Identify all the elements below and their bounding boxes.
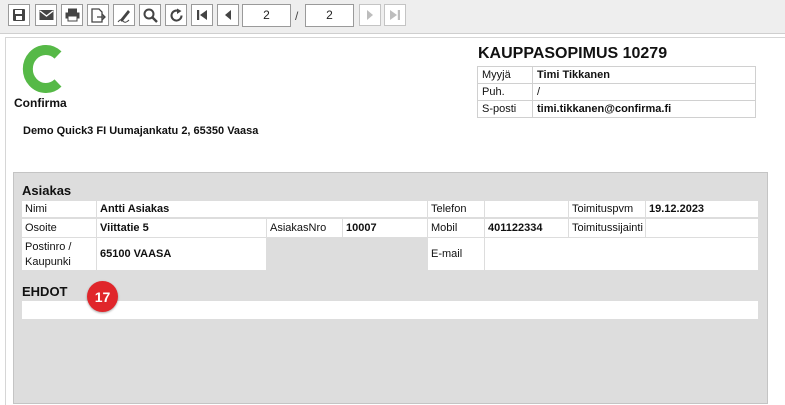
customer-number-label: AsiakasNro [267,219,342,237]
export-icon [91,7,106,23]
next-page-icon [367,10,373,20]
first-page-button[interactable] [191,4,213,26]
delivery-date-label: Toimituspvm [569,201,645,217]
next-page-button[interactable] [359,4,381,26]
previous-page-icon [225,10,231,20]
email-icon [39,10,53,20]
print-button[interactable] [61,4,83,26]
postal-code-label: Postinro / Kaupunki [22,238,96,270]
previous-page-button[interactable] [217,4,239,26]
email-label: E-mail [428,238,484,270]
email-value [485,238,758,270]
postal-code-label-line1: Postinro / [25,241,72,253]
postal-code-label-line2: Kaupunki [25,256,71,268]
last-page-icon [390,10,400,20]
name-value: Antti Asiakas [97,201,427,217]
table-row: Myyjä Timi Tikkanen [477,66,756,84]
total-pages-field: 2 [305,4,354,27]
terms-section-title: EHDOT [22,284,68,299]
refresh-button[interactable] [165,4,187,26]
sign-icon [117,9,130,23]
seller-name-value: Timi Tikkanen [532,66,756,84]
name-label: Nimi [22,201,96,217]
search-button[interactable] [139,4,161,26]
export-button[interactable] [87,4,109,26]
terms-content-box [22,301,758,319]
phone-value [485,201,568,217]
delivery-location-value [646,219,758,237]
refresh-icon [170,8,183,22]
company-address: Demo Quick3 FI Uumajankatu 2, 65350 Vaas… [23,125,259,137]
address-value: Viittatie 5 [97,219,266,237]
seller-phone-label: Puh. [477,83,533,101]
seller-email-label: S-posti [477,100,533,118]
save-icon [13,9,25,21]
report-toolbar: 2 / 2 [0,0,785,34]
first-page-icon [197,10,207,20]
email-button[interactable] [35,4,57,26]
address-label: Osoite [22,219,96,237]
step-number-badge: 17 [87,281,118,312]
seller-email-value: timi.tikkanen@confirma.fi [532,100,756,118]
customer-number-value: 10007 [343,219,427,237]
save-button[interactable] [8,4,30,26]
logo-text: Confirma [14,96,67,110]
page-separator: / [295,9,299,23]
delivery-location-label: Toimitussijainti [569,219,645,237]
sign-button[interactable] [113,4,135,26]
table-row: S-posti timi.tikkanen@confirma.fi [477,100,756,118]
mobile-label: Mobil [428,219,484,237]
postal-code-value: 65100 VAASA [97,238,266,270]
search-icon [143,8,158,23]
seller-phone-value: / [532,83,756,101]
table-row: Puh. / [477,83,756,101]
seller-info-table: Myyjä Timi Tikkanen Puh. / S-posti timi.… [477,66,756,118]
last-page-button[interactable] [384,4,406,26]
mobile-value: 401122334 [485,219,568,237]
phone-label: Telefon [428,201,484,217]
delivery-date-value: 19.12.2023 [646,201,758,217]
confirma-logo-icon [22,45,62,93]
document-title: KAUPPASOPIMUS 10279 [478,45,668,62]
print-icon [65,8,79,22]
customer-section-title: Asiakas [22,183,72,198]
current-page-input[interactable]: 2 [242,4,291,27]
seller-name-label: Myyjä [477,66,533,84]
